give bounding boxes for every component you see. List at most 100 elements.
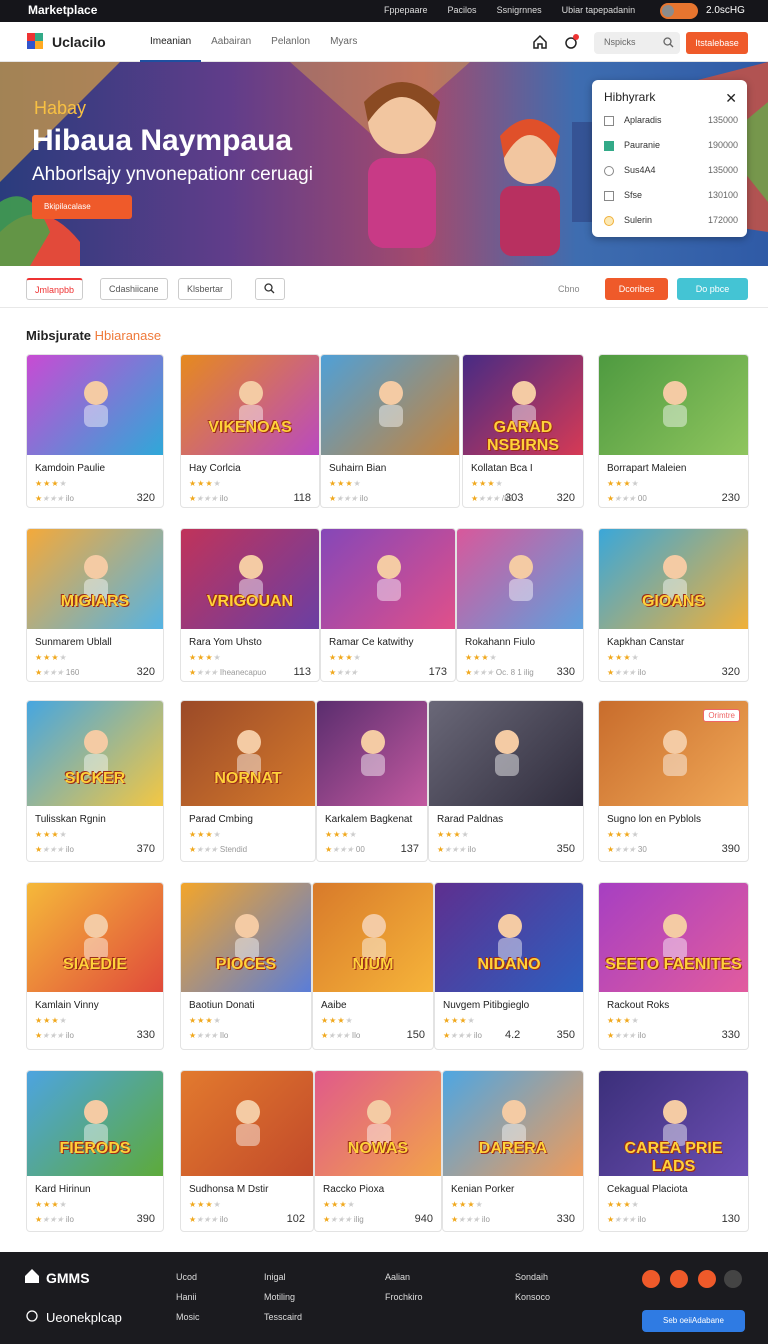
rating-stars: ★★★	[196, 1031, 218, 1040]
section-title-accent: Hbiaranase	[94, 328, 162, 343]
footer-link[interactable]: Motiling	[264, 1292, 295, 1302]
toggle-value: 2.0scHG	[706, 5, 745, 16]
rating-stars: ★★★	[450, 1031, 472, 1040]
product-card[interactable]: MIGIARS Sunmarem Ublall ★★★★ ★★★★ 160 320	[26, 528, 164, 682]
search-placeholder: Nspicks	[604, 37, 636, 47]
tab-popular[interactable]: Pelanlon	[261, 22, 320, 62]
top-link[interactable]: Ssnigrnnes	[497, 5, 542, 15]
tab-browse[interactable]: Aabairan	[201, 22, 261, 62]
home-icon[interactable]	[532, 34, 548, 50]
apply-button[interactable]: Do pbce	[677, 278, 748, 300]
footer-link[interactable]: Ucod	[176, 1272, 197, 1282]
panel-option[interactable]: Sfse 130100	[604, 189, 738, 205]
product-card[interactable]: Rarad Paldnas ★★★★ ★★★★ ilo 350	[428, 700, 584, 862]
product-card[interactable]: NOWAS Raccko Pioxa ★★★★ ★★★★ ilig 940	[314, 1070, 442, 1232]
product-card[interactable]: VRIGOUAN Rara Yom Uhsto ★★★★ ★★★★ Iheanecap…	[180, 528, 320, 682]
theme-toggle[interactable]	[660, 3, 698, 19]
panel-option[interactable]: Pauranie 190000	[604, 139, 738, 155]
footer-link[interactable]: Mosic	[176, 1312, 200, 1322]
card-meta-text: ilo	[219, 494, 228, 503]
top-link[interactable]: Pacilos	[448, 5, 477, 15]
footer-link[interactable]: Tesscaird	[264, 1312, 302, 1322]
product-card[interactable]: GIOANS Kapkhan Canstar ★★★★ ★★★★ ilo 320	[598, 528, 749, 682]
footer-link[interactable]: Hanii	[176, 1292, 197, 1302]
product-card[interactable]: Kamdoin Paulie ★★★★ ★★★★ ilo 320	[26, 354, 164, 508]
card-title: Ramar Ce katwithy	[329, 637, 414, 648]
product-card[interactable]: Ramar Ce katwithy ★★★★ ★★★★ 173	[320, 528, 456, 682]
search-input[interactable]: Nspicks	[594, 32, 680, 54]
product-card[interactable]: Rokahann Fiulo ★★★★ ★★★★ Oc. 8 1 ilig 330	[456, 528, 584, 682]
radio[interactable]	[604, 166, 614, 176]
footer-link[interactable]: Sondaih	[515, 1272, 548, 1282]
product-card[interactable]: VIKENOAS Hay Corlcia ★★★★ ★★★★ ilo 118	[180, 354, 320, 508]
social-icon[interactable]	[670, 1270, 688, 1288]
card-art-title: GARAD NSBIRNS	[486, 419, 559, 454]
tab-mine[interactable]: Myars	[320, 22, 367, 62]
card-art-title: SIAEDIE	[62, 956, 127, 973]
footer-link[interactable]: Frochkiro	[385, 1292, 423, 1302]
checkbox[interactable]	[604, 191, 614, 201]
checkbox[interactable]	[604, 116, 614, 126]
card-title: Aaibe	[321, 1000, 347, 1011]
radio[interactable]	[604, 216, 614, 226]
footer-link[interactable]: Aalian	[385, 1272, 410, 1282]
social-icon[interactable]	[642, 1270, 660, 1288]
product-card[interactable]: Sudhonsa M Dstir ★★★★ ★★★★ ilo 102	[180, 1070, 314, 1232]
notification-icon[interactable]	[563, 34, 579, 50]
card-meta-text: 00	[637, 494, 647, 503]
panel-option[interactable]: Aplaradis 135000	[604, 114, 738, 130]
rating-stars: ★★★	[42, 845, 64, 854]
home-icon[interactable]	[24, 1268, 40, 1284]
footer-button[interactable]: Seb oeiiAdabane	[642, 1310, 745, 1332]
product-card[interactable]: Borrapart Maleien ★★★★ ★★★★ 00 230	[598, 354, 749, 508]
footer-link[interactable]: Konsoco	[515, 1292, 550, 1302]
sort-label[interactable]: Cbno	[558, 284, 580, 294]
product-card[interactable]: NIDANO Nuvgem Pitibgieglo ★★★★ ★★★★ ilo 4.2 3…	[434, 882, 584, 1050]
product-card[interactable]: CAREA PRIE LADS Cekagual Placiota ★★★★ ★★★★…	[598, 1070, 749, 1232]
filter-chip[interactable]: Klsbertar	[178, 278, 233, 300]
cta-button[interactable]: Itstalebase	[686, 32, 748, 54]
top-link[interactable]: Ubiar tapepadanin	[562, 5, 636, 15]
hero-button[interactable]: Bkipilacalase	[32, 195, 132, 219]
product-card[interactable]: FIERODS Kard Hirinun ★★★★ ★★★★ ilo 390	[26, 1070, 164, 1232]
product-card[interactable]: Suhairn Bian ★★★★ ★★★★ ilo	[320, 354, 460, 508]
product-card[interactable]: GARAD NSBIRNS Kollatan Bca I ★★★★ ★★★★ /80 3…	[462, 354, 584, 508]
describe-button[interactable]: Dcoribes	[605, 278, 668, 300]
hero-kicker: Habay	[34, 98, 87, 118]
close-icon[interactable]: ✕	[725, 90, 737, 107]
card-price: 320	[721, 666, 740, 678]
rating-stars: ★★★	[478, 494, 500, 503]
footer-link[interactable]: Inigal	[264, 1272, 286, 1282]
card-meta-text: ilo	[467, 845, 476, 854]
card-title: Sugno lon en Pyblols	[607, 814, 701, 825]
product-card[interactable]: SEETO FAENITES Rackout Roks ★★★★ ★★★★ ilo 33…	[598, 882, 749, 1050]
product-card[interactable]: Orimtre Sugno lon en Pyblols ★★★★ ★★★★ 30 39…	[598, 700, 749, 862]
card-title: Borrapart Maleien	[607, 463, 687, 474]
filter-search-button[interactable]	[255, 278, 285, 300]
filter-chip[interactable]: Cdashiicane	[100, 278, 168, 300]
product-card[interactable]: NORNAT Parad Cmbing ★★★★ ★★★★ Stendid	[180, 700, 316, 862]
checkbox-checked[interactable]	[604, 141, 614, 151]
product-card[interactable]: DARERA Kenian Porker ★★★★ ★★★★ ilo 330	[442, 1070, 584, 1232]
social-icon[interactable]	[724, 1270, 742, 1288]
card-title: Kenian Porker	[451, 1184, 515, 1195]
top-link[interactable]: Fppepaare	[384, 5, 428, 15]
product-card[interactable]: PIOCES Baotiun Donati ★★★★ ★★★★ Ilo	[180, 882, 312, 1050]
card-meta-text: Ilo	[219, 1031, 229, 1040]
product-card[interactable]: SIAEDIE Kamlain Vinny ★★★★ ★★★★ ilo 330	[26, 882, 164, 1050]
logo-text[interactable]: Uclacilo	[52, 34, 106, 50]
social-icon[interactable]	[698, 1270, 716, 1288]
card-title: Cekagual Placiota	[607, 1184, 688, 1195]
marketplace-brand[interactable]: Marketplace	[28, 3, 97, 17]
logo-icon[interactable]	[26, 32, 44, 50]
card-art-title: NORNAT	[214, 770, 282, 787]
product-card[interactable]: NIUM Aaibe ★★★★ ★★★★ Ilo 150	[312, 882, 434, 1050]
card-price: 330	[721, 1029, 740, 1041]
panel-option[interactable]: Sus4A4 135000	[604, 164, 738, 180]
product-card[interactable]: SICKER Tulisskan Rgnin ★★★★ ★★★★ ilo 370	[26, 700, 164, 862]
tab-home[interactable]: Imeanian	[140, 22, 202, 62]
product-card[interactable]: Karkalem Bagkenat ★★★★ ★★★★ 00 137	[316, 700, 428, 862]
card-art-title: SEETO FAENITES	[605, 956, 742, 973]
panel-option[interactable]: Sulerin 172000	[604, 214, 738, 230]
filter-chip-active[interactable]: Jmlanpbb	[26, 278, 84, 300]
